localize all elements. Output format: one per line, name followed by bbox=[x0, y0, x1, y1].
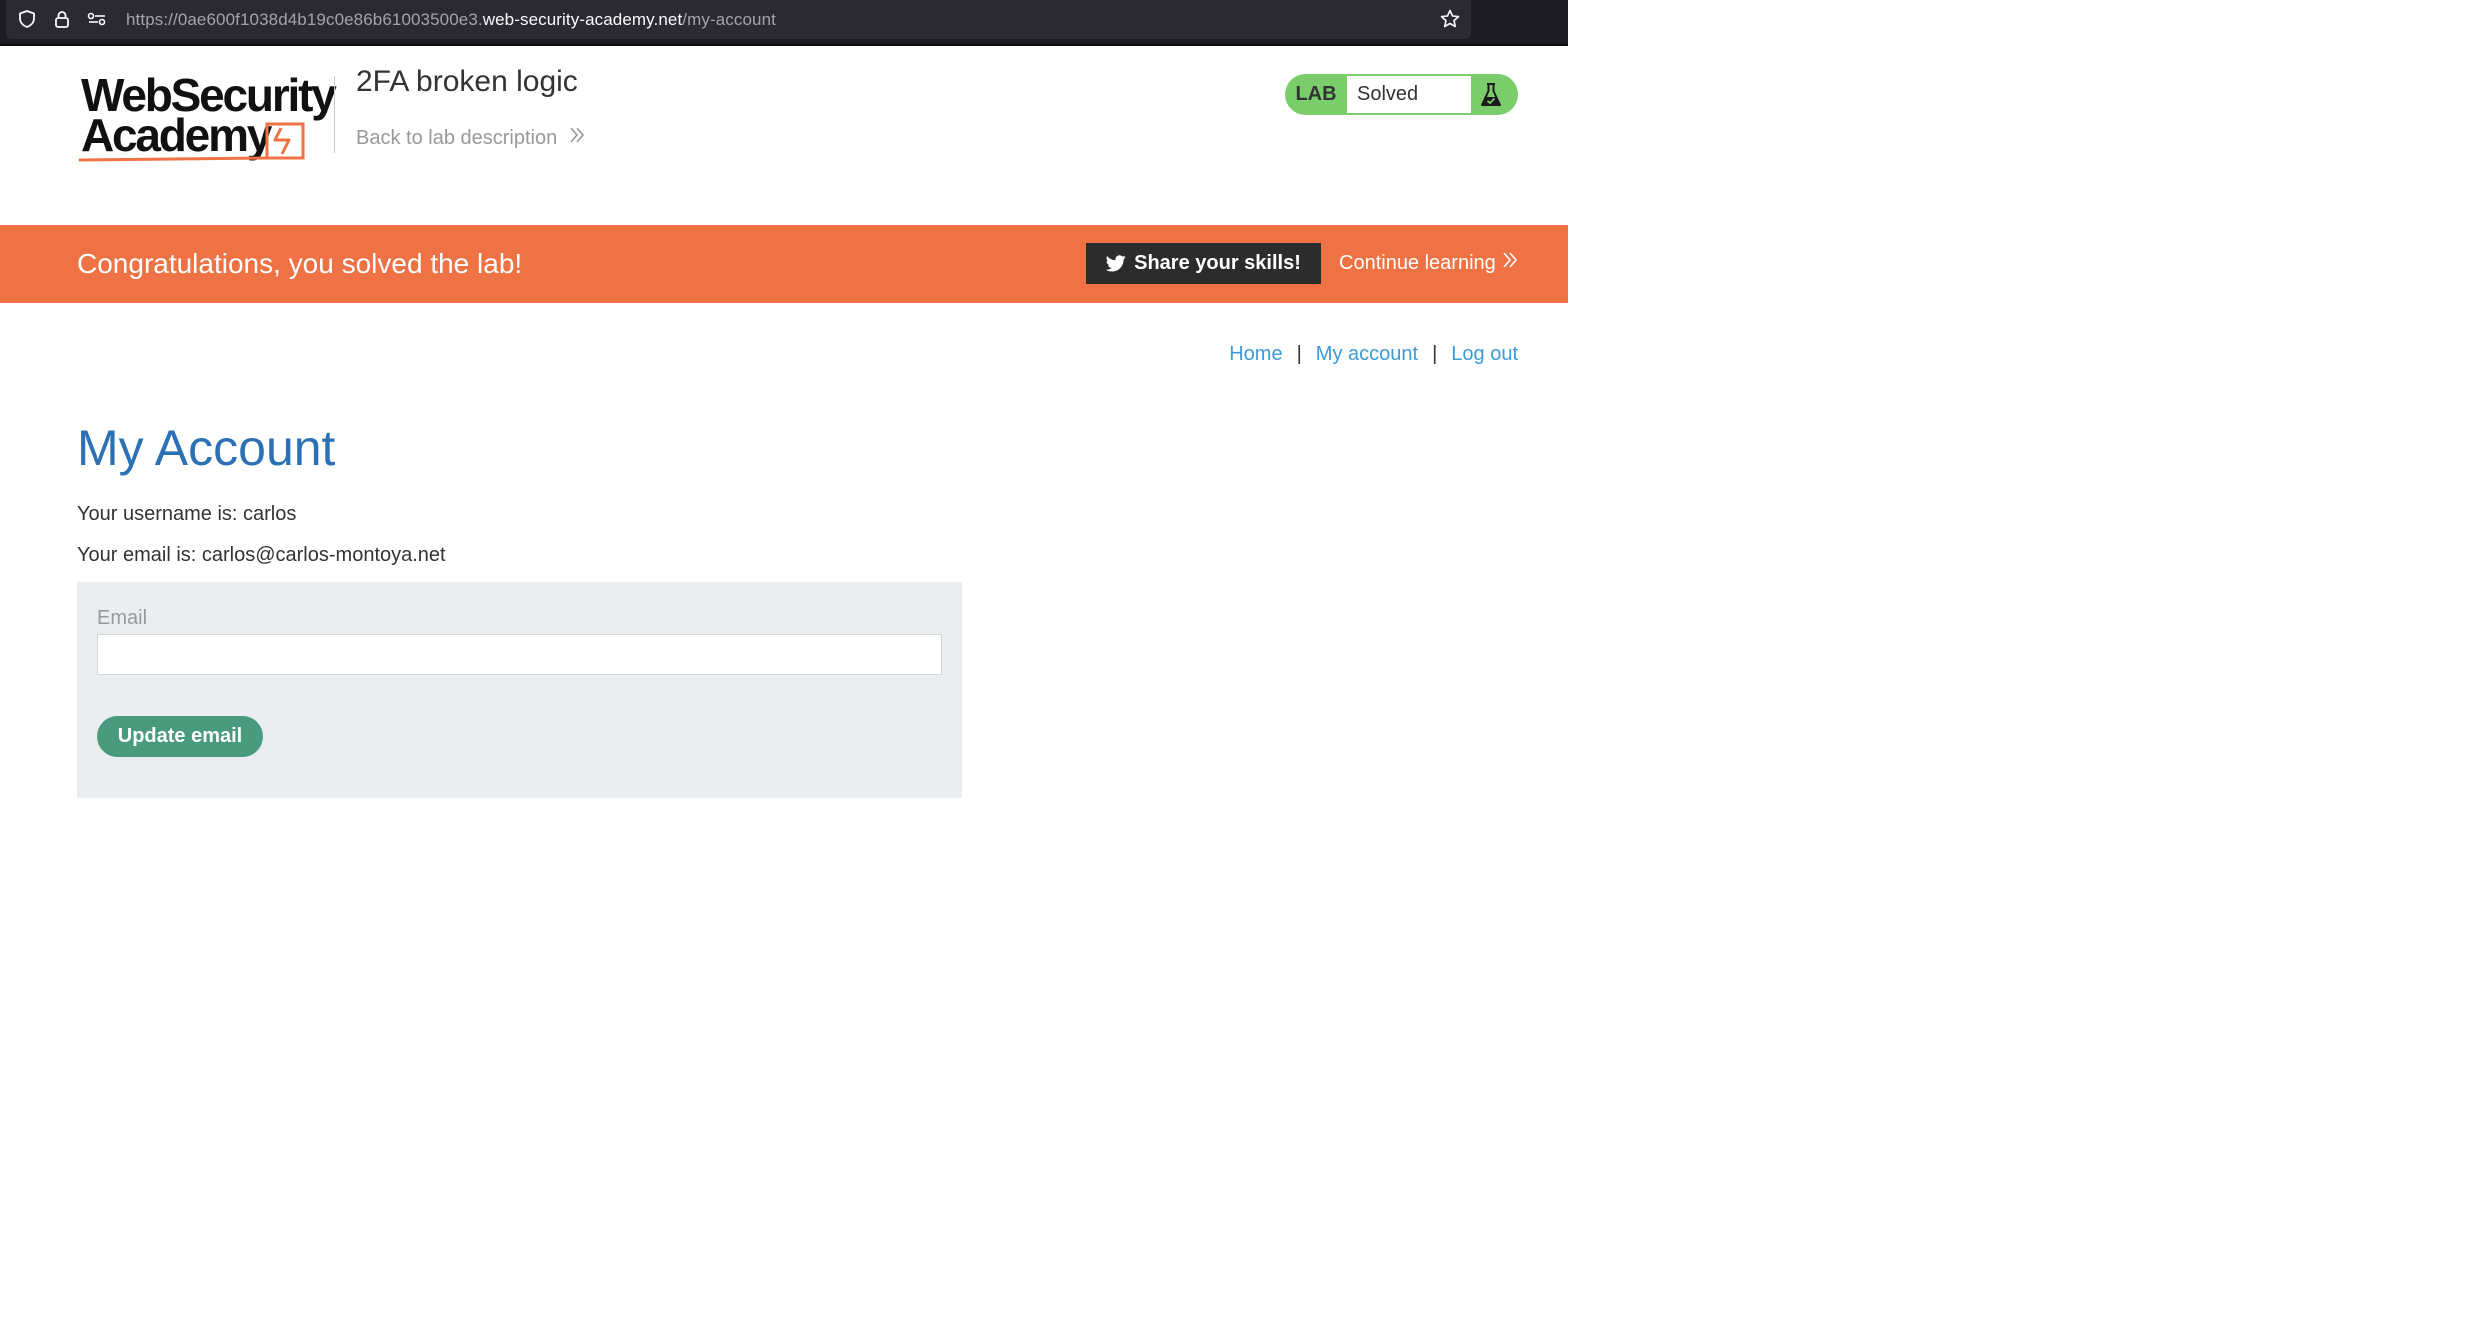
nav-link-my-account[interactable]: My account bbox=[1316, 341, 1418, 367]
username-text: Your username is: carlos bbox=[77, 503, 297, 525]
url-prefix: https://0ae600f1038d4b19c0e86b61003500e3… bbox=[126, 10, 483, 29]
continue-learning-label: Continue learning bbox=[1339, 252, 1496, 274]
url-path: /my-account bbox=[682, 10, 776, 29]
share-button-label: Share your skills! bbox=[1134, 252, 1301, 274]
back-link-label: Back to lab description bbox=[356, 127, 558, 149]
continue-learning-link[interactable]: Continue learning bbox=[1339, 251, 1518, 275]
nav-separator: | bbox=[1296, 343, 1302, 365]
url-text[interactable]: https://0ae600f1038d4b19c0e86b61003500e3… bbox=[126, 9, 776, 31]
address-bar[interactable]: https://0ae600f1038d4b19c0e86b61003500e3… bbox=[6, 0, 1471, 39]
lock-icon[interactable] bbox=[51, 8, 73, 30]
nav-link-log-out[interactable]: Log out bbox=[1451, 341, 1518, 367]
header-divider bbox=[334, 76, 335, 153]
chrome-divider bbox=[0, 44, 1568, 46]
site-permissions-icon[interactable] bbox=[86, 8, 108, 30]
change-email-form: Email Update email bbox=[77, 582, 962, 798]
double-chevron-right-icon bbox=[569, 126, 585, 150]
banner-message: Congratulations, you solved the lab! bbox=[77, 248, 523, 279]
web-security-academy-logo[interactable]: WebSecurity Academy bbox=[78, 72, 337, 164]
email-text: Your email is: carlos@carlos-montoya.net bbox=[77, 544, 446, 566]
lab-title: 2FA broken logic bbox=[356, 65, 578, 98]
update-email-button[interactable]: Update email bbox=[97, 716, 263, 757]
nav-separator: | bbox=[1432, 343, 1438, 365]
email-label: Email bbox=[97, 607, 148, 629]
share-your-skills-button[interactable]: Share your skills! bbox=[1086, 243, 1321, 284]
logo-lightning-icon bbox=[78, 122, 305, 162]
email-input[interactable] bbox=[97, 634, 942, 675]
page-title: My Account bbox=[77, 420, 336, 476]
twitter-bird-icon bbox=[1106, 255, 1126, 272]
flask-icon bbox=[1476, 80, 1506, 110]
back-to-lab-description-link[interactable]: Back to lab description bbox=[356, 126, 585, 150]
bookmark-star-icon[interactable] bbox=[1439, 8, 1461, 30]
double-chevron-right-icon bbox=[1502, 251, 1518, 275]
shield-icon[interactable] bbox=[16, 8, 38, 30]
lab-badge-label: LAB bbox=[1295, 83, 1337, 105]
lab-status-text: Solved bbox=[1347, 76, 1471, 113]
top-navigation: Home | My account | Log out bbox=[1229, 341, 1518, 367]
url-host: web-security-academy.net bbox=[482, 10, 683, 29]
browser-toolbar: https://0ae600f1038d4b19c0e86b61003500e3… bbox=[0, 0, 1568, 44]
nav-link-home[interactable]: Home bbox=[1229, 341, 1282, 367]
